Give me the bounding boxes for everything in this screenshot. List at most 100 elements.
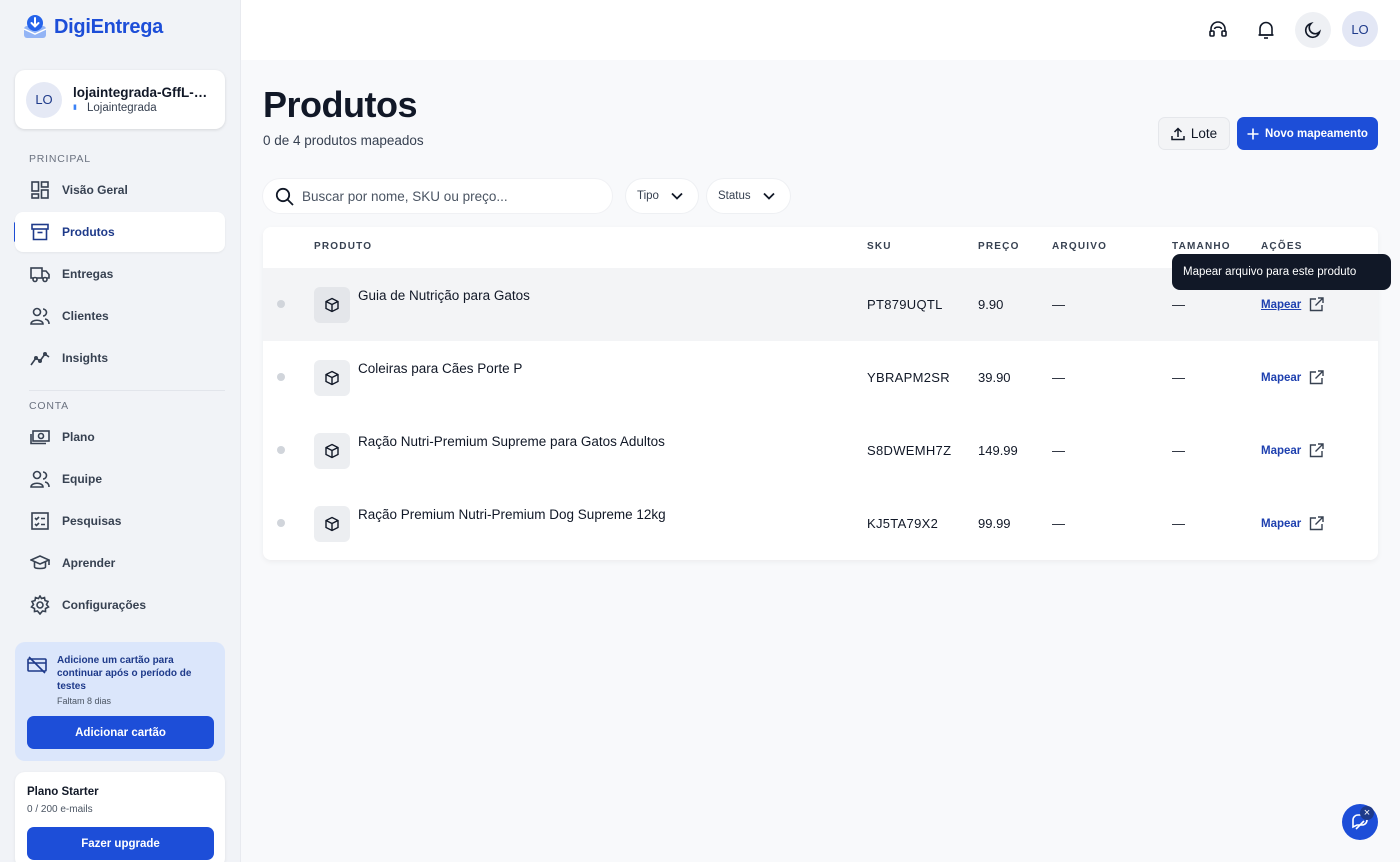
external-link-icon [1310, 516, 1324, 531]
status-dot [277, 519, 285, 527]
users-icon [30, 306, 50, 326]
map-link[interactable]: Mapear [1261, 443, 1324, 458]
sidebar-item-label: Plano [62, 430, 95, 444]
chevron-down-icon [671, 192, 683, 200]
sidebar-item-plano[interactable]: Plano [15, 417, 225, 457]
status-filter-dropdown[interactable]: Status [707, 179, 790, 213]
upload-icon [1171, 126, 1185, 140]
support-button[interactable] [1200, 12, 1236, 48]
checklist-icon [30, 511, 50, 531]
map-link-label: Mapear [1261, 298, 1302, 311]
column-header-size: TAMANHO [1172, 241, 1231, 252]
sidebar-item-configuracoes[interactable]: Configurações [15, 585, 225, 625]
sidebar-item-entregas[interactable]: Entregas [15, 254, 225, 294]
sidebar-item-insights[interactable]: Insights [15, 338, 225, 378]
chart-line-icon [30, 348, 50, 368]
map-link[interactable]: Mapear [1261, 297, 1324, 312]
sidebar-item-label: Pesquisas [62, 514, 122, 528]
plan-usage: 0 / 200 e-mails [27, 804, 93, 815]
column-header-actions: AÇÕES [1261, 241, 1303, 252]
truck-icon [30, 264, 50, 284]
sidebar-item-label: Visão Geral [62, 183, 128, 197]
sidebar-item-equipe[interactable]: Equipe [15, 459, 225, 499]
map-link-label: Mapear [1261, 371, 1302, 384]
theme-toggle-button[interactable] [1295, 12, 1331, 48]
plus-icon [1247, 128, 1259, 139]
batch-upload-button[interactable]: Lote [1158, 117, 1230, 150]
product-price: 149.99 [978, 443, 1018, 458]
product-size: — [1172, 443, 1185, 458]
sidebar-item-label: Configurações [62, 598, 147, 612]
dashboard-icon [30, 180, 50, 200]
external-link-icon [1310, 443, 1324, 458]
external-link-icon [1310, 297, 1324, 312]
table-row[interactable]: Ração Nutri-Premium Supreme para Gatos A… [263, 414, 1378, 487]
sidebar-item-label: Clientes [62, 309, 109, 323]
type-filter-dropdown[interactable]: Tipo [626, 179, 698, 213]
sidebar-item-pesquisas[interactable]: Pesquisas [15, 501, 225, 541]
map-link[interactable]: Mapear [1261, 370, 1324, 385]
external-link-icon [1310, 370, 1324, 385]
map-link-label: Mapear [1261, 517, 1302, 530]
close-icon[interactable]: × [1360, 806, 1374, 820]
search-box[interactable] [263, 179, 612, 213]
page-title: Produtos [263, 84, 418, 125]
package-icon [325, 443, 339, 459]
sidebar-item-visao-geral[interactable]: Visão Geral [15, 170, 225, 210]
page-subtitle: 0 de 4 produtos mapeados [263, 133, 424, 148]
plan-card: Plano Starter 0 / 200 e-mails Fazer upgr… [15, 772, 225, 862]
bell-icon [1258, 21, 1274, 39]
product-price: 99.99 [978, 516, 1011, 531]
new-mapping-label: Novo mapeamento [1265, 127, 1368, 140]
search-input[interactable] [302, 188, 602, 204]
status-dot [277, 373, 285, 381]
table-row[interactable]: Ração Premium Nutri-Premium Dog Supreme … [263, 487, 1378, 560]
product-size: — [1172, 370, 1185, 385]
upgrade-button[interactable]: Fazer upgrade [27, 827, 214, 860]
product-name: Guia de Nutrição para Gatos [358, 288, 530, 303]
product-sku: S8DWEMH7Z [867, 443, 952, 458]
user-avatar-button[interactable]: LO [1342, 11, 1378, 47]
headset-icon [1209, 21, 1227, 37]
product-file: — [1052, 443, 1065, 458]
product-price: 39.90 [978, 370, 1011, 385]
product-file: — [1052, 297, 1065, 312]
product-file: — [1052, 516, 1065, 531]
status-dot [277, 446, 285, 454]
brand-logo[interactable]: DigiEntrega [22, 14, 163, 40]
sidebar-item-label: Aprender [62, 556, 116, 570]
sidebar-item-produtos[interactable]: Produtos [15, 212, 225, 252]
section-label-principal: PRINCIPAL [29, 153, 91, 165]
product-name: Coleiras para Cães Porte P [358, 361, 523, 376]
product-sku: YBRAPM2SR [867, 370, 950, 385]
new-mapping-button[interactable]: Novo mapeamento [1237, 117, 1378, 150]
account-name: lojaintegrada-GffL-K... [73, 85, 211, 100]
sidebar-item-label: Produtos [62, 225, 115, 239]
column-header-product: PRODUTO [314, 241, 373, 252]
product-file: — [1052, 370, 1065, 385]
account-platform: Lojaintegrada [87, 102, 157, 114]
sidebar-item-label: Equipe [62, 472, 103, 486]
money-icon [30, 427, 50, 447]
package-icon [325, 516, 339, 532]
product-thumbnail [314, 287, 350, 323]
brand-name: DigiEntrega [54, 15, 163, 38]
plan-title: Plano Starter [27, 786, 99, 798]
add-card-button[interactable]: Adicionar cartão [27, 716, 214, 749]
sidebar-item-aprender[interactable]: Aprender [15, 543, 225, 583]
product-thumbnail [314, 360, 350, 396]
trial-remaining: Faltam 8 dias [57, 696, 112, 706]
product-sku: PT879UQTL [867, 297, 943, 312]
table-row[interactable]: Coleiras para Cães Porte P YBRAPM2SR 39.… [263, 341, 1378, 414]
graduation-cap-icon [30, 553, 50, 573]
notifications-button[interactable] [1248, 12, 1284, 48]
sidebar-divider [29, 390, 225, 391]
account-switcher[interactable]: LO lojaintegrada-GffL-K... ▮ Lojaintegra… [15, 70, 225, 129]
status-filter-label: Status [718, 190, 751, 202]
map-link[interactable]: Mapear [1261, 516, 1324, 531]
column-header-price: PREÇO [978, 241, 1020, 252]
product-name: Ração Premium Nutri-Premium Dog Supreme … [358, 507, 666, 522]
section-label-conta: CONTA [29, 400, 69, 412]
sidebar-item-label: Entregas [62, 267, 114, 281]
sidebar-item-clientes[interactable]: Clientes [15, 296, 225, 336]
